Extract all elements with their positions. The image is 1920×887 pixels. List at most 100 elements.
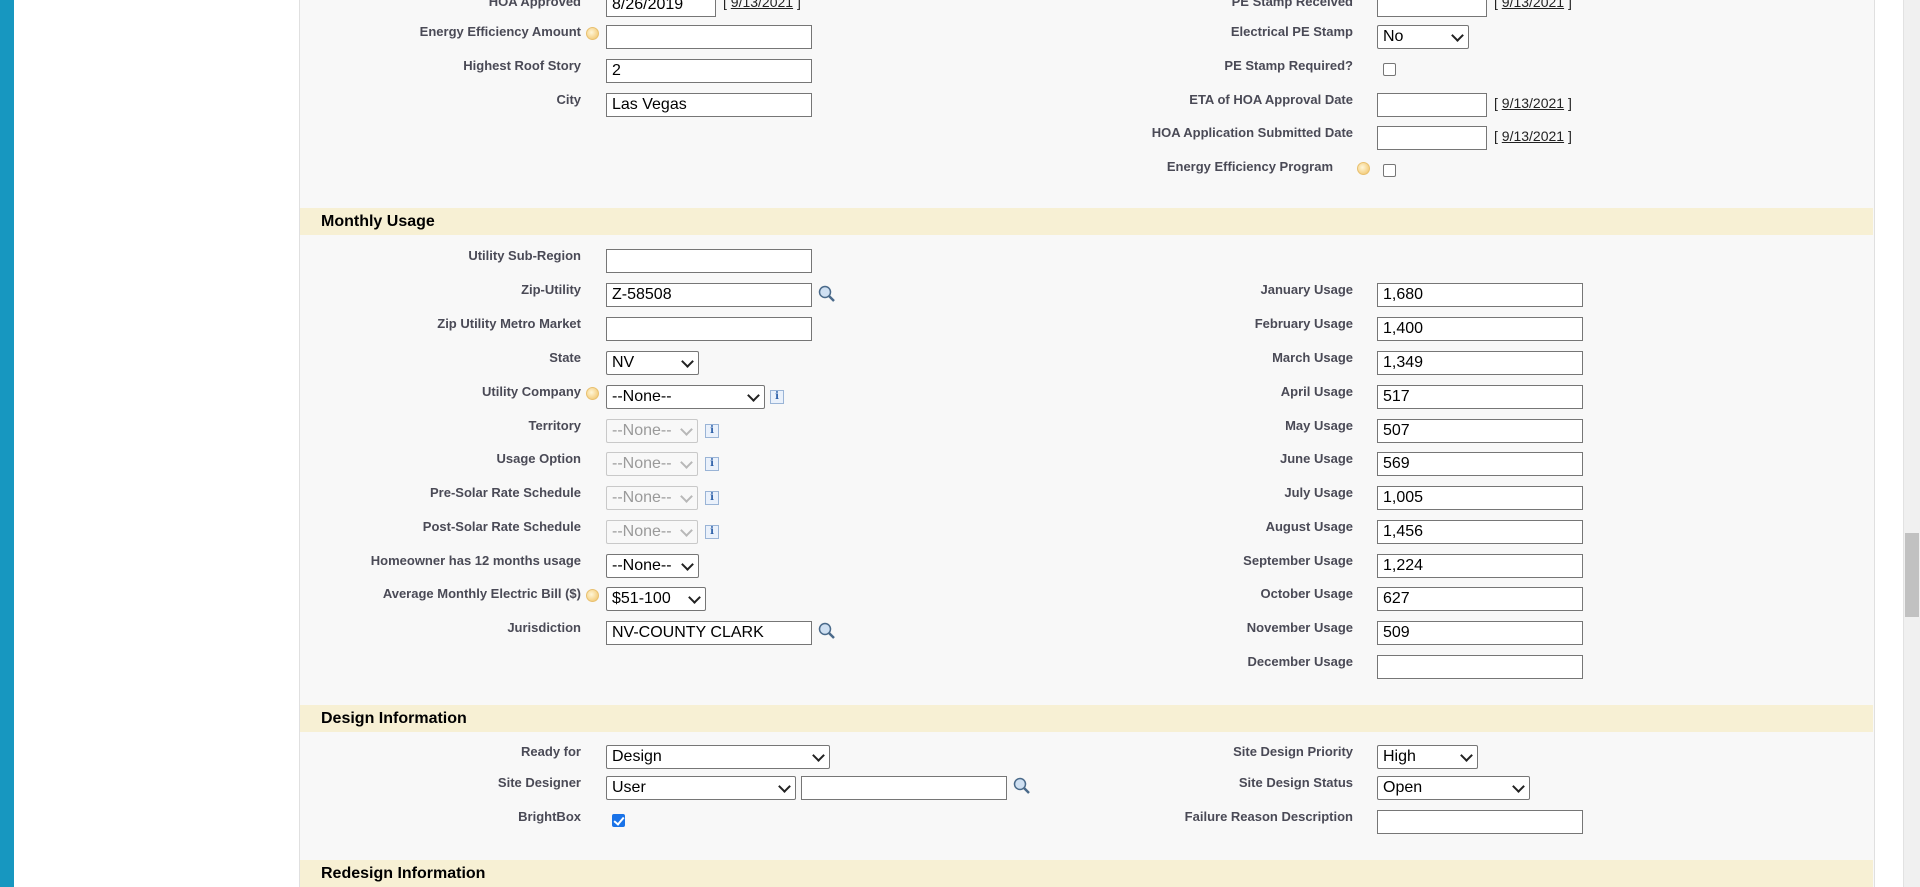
label-energy-efficiency-program: Energy Efficiency Program bbox=[1166, 159, 1333, 174]
october-usage-input[interactable]: 627 bbox=[1377, 587, 1583, 611]
pe-stamp-received-input[interactable] bbox=[1377, 0, 1487, 17]
zip-utility-input[interactable]: Z-58508 bbox=[606, 283, 812, 307]
failure-reason-description-input[interactable] bbox=[1377, 810, 1583, 834]
label-state: State bbox=[549, 350, 581, 365]
section-header-redesign-information[interactable]: Redesign Information bbox=[300, 860, 1873, 887]
section-header-monthly-usage[interactable]: Monthly Usage bbox=[300, 208, 1873, 235]
label-february-usage: February Usage bbox=[1254, 316, 1353, 331]
site-designer-type-select[interactable]: User bbox=[606, 776, 796, 800]
post-solar-rate-schedule-value: --None-- bbox=[612, 523, 672, 540]
june-usage-input[interactable]: 569 bbox=[1377, 452, 1583, 476]
april-usage-input[interactable]: 517 bbox=[1377, 385, 1583, 409]
label-site-design-status: Site Design Status bbox=[1238, 775, 1353, 790]
label-utility-company: Utility Company bbox=[482, 384, 581, 399]
eta-hoa-date-link[interactable]: [ 9/13/2021 ] bbox=[1494, 95, 1572, 111]
help-icon[interactable] bbox=[586, 27, 599, 40]
energy-efficiency-program-checkbox[interactable] bbox=[1383, 164, 1396, 177]
chevron-down-icon bbox=[688, 591, 701, 604]
july-usage-input[interactable]: 1,005 bbox=[1377, 486, 1583, 510]
label-june-usage: June Usage bbox=[1280, 451, 1353, 466]
help-icon[interactable] bbox=[586, 589, 599, 602]
chevron-down-icon bbox=[681, 355, 694, 368]
hoa-application-submitted-input[interactable] bbox=[1377, 126, 1487, 150]
state-value: NV bbox=[612, 354, 635, 371]
homeowner-12-months-select[interactable]: --None-- bbox=[606, 554, 699, 578]
scrollbar-thumb[interactable] bbox=[1905, 533, 1919, 617]
pe-stamp-received-date-link[interactable]: [ 9/13/2021 ] bbox=[1494, 0, 1572, 10]
info-icon[interactable]: i bbox=[705, 457, 719, 471]
brightbox-checkbox[interactable] bbox=[612, 814, 625, 827]
section-header-design-information[interactable]: Design Information bbox=[300, 705, 1873, 732]
label-failure-reason-description: Failure Reason Description bbox=[1184, 809, 1353, 824]
hoa-app-submitted-date[interactable]: 9/13/2021 bbox=[1502, 128, 1564, 144]
label-september-usage: September Usage bbox=[1243, 553, 1353, 568]
label-electrical-pe-stamp: Electrical PE Stamp bbox=[1230, 24, 1353, 39]
label-territory: Territory bbox=[528, 418, 582, 433]
help-icon[interactable] bbox=[586, 387, 599, 400]
utility-company-select[interactable]: --None-- bbox=[606, 385, 765, 409]
label-post-solar-rate-schedule: Post-Solar Rate Schedule bbox=[422, 519, 581, 534]
lookup-search-icon[interactable] bbox=[817, 285, 837, 303]
site-designer-input[interactable] bbox=[801, 776, 1007, 800]
hoa-approved-date-link[interactable]: [ 9/13/2021 ] bbox=[723, 0, 801, 10]
ready-for-value: Design bbox=[612, 748, 662, 765]
chevron-down-icon bbox=[778, 780, 791, 793]
site-design-status-select[interactable]: Open bbox=[1377, 776, 1530, 800]
utility-sub-region-input[interactable] bbox=[606, 249, 812, 273]
jurisdiction-input[interactable]: NV-COUNTY CLARK bbox=[606, 621, 812, 645]
ready-for-select[interactable]: Design bbox=[606, 745, 830, 769]
august-usage-input[interactable]: 1,456 bbox=[1377, 520, 1583, 544]
state-select[interactable]: NV bbox=[606, 351, 699, 375]
label-april-usage: April Usage bbox=[1280, 384, 1353, 399]
label-july-usage: July Usage bbox=[1284, 485, 1353, 500]
pe-stamp-received-date[interactable]: 9/13/2021 bbox=[1502, 0, 1564, 10]
lookup-search-icon[interactable] bbox=[1012, 777, 1032, 795]
label-pe-stamp-required: PE Stamp Required? bbox=[1224, 58, 1353, 73]
chevron-down-icon bbox=[1460, 749, 1473, 762]
label-site-design-priority: Site Design Priority bbox=[1233, 744, 1353, 759]
electrical-pe-stamp-select[interactable]: No bbox=[1377, 25, 1469, 49]
september-usage-input[interactable]: 1,224 bbox=[1377, 554, 1583, 578]
info-icon[interactable]: i bbox=[705, 525, 719, 539]
info-icon[interactable]: i bbox=[705, 491, 719, 505]
label-zip-utility: Zip-Utility bbox=[521, 282, 581, 297]
february-usage-input[interactable]: 1,400 bbox=[1377, 317, 1583, 341]
hoa-app-submitted-date-link[interactable]: [ 9/13/2021 ] bbox=[1494, 128, 1572, 144]
december-usage-input[interactable] bbox=[1377, 655, 1583, 679]
label-jurisdiction: Jurisdiction bbox=[507, 620, 581, 635]
may-usage-input[interactable]: 507 bbox=[1377, 419, 1583, 443]
territory-select: --None-- bbox=[606, 419, 698, 443]
info-icon[interactable]: i bbox=[705, 424, 719, 438]
usage-option-select: --None-- bbox=[606, 452, 698, 476]
help-icon[interactable] bbox=[1357, 162, 1370, 175]
hoa-approved-input[interactable]: 8/26/2019 bbox=[606, 0, 716, 17]
label-august-usage: August Usage bbox=[1265, 519, 1353, 534]
hoa-approved-date[interactable]: 9/13/2021 bbox=[731, 0, 793, 10]
label-homeowner-12-months-usage: Homeowner has 12 months usage bbox=[370, 553, 581, 568]
highest-roof-story-input[interactable]: 2 bbox=[606, 59, 812, 83]
label-eta-hoa-approval-date: ETA of HOA Approval Date bbox=[1189, 92, 1353, 107]
chevron-down-icon bbox=[680, 456, 693, 469]
label-november-usage: November Usage bbox=[1246, 620, 1353, 635]
label-march-usage: March Usage bbox=[1272, 350, 1353, 365]
pe-stamp-required-checkbox[interactable] bbox=[1383, 63, 1396, 76]
january-usage-input[interactable]: 1,680 bbox=[1377, 283, 1583, 307]
vertical-scrollbar[interactable] bbox=[1903, 0, 1920, 887]
utility-company-value: --None-- bbox=[612, 388, 672, 405]
chevron-down-icon bbox=[1451, 29, 1464, 42]
eta-hoa-date[interactable]: 9/13/2021 bbox=[1502, 95, 1564, 111]
march-usage-input[interactable]: 1,349 bbox=[1377, 351, 1583, 375]
chevron-down-icon bbox=[812, 749, 825, 762]
zip-utility-metro-market-input[interactable] bbox=[606, 317, 812, 341]
city-input[interactable]: Las Vegas bbox=[606, 93, 812, 117]
average-monthly-electric-bill-select[interactable]: $51-100 bbox=[606, 587, 706, 611]
lookup-search-icon[interactable] bbox=[817, 622, 837, 640]
info-icon[interactable]: i bbox=[770, 390, 784, 404]
site-design-priority-select[interactable]: High bbox=[1377, 745, 1478, 769]
label-december-usage: December Usage bbox=[1247, 654, 1354, 669]
eta-hoa-approval-date-input[interactable] bbox=[1377, 93, 1487, 117]
label-pre-solar-rate-schedule: Pre-Solar Rate Schedule bbox=[430, 485, 581, 500]
energy-efficiency-amount-input[interactable] bbox=[606, 25, 812, 49]
chevron-down-icon bbox=[680, 423, 693, 436]
november-usage-input[interactable]: 509 bbox=[1377, 621, 1583, 645]
